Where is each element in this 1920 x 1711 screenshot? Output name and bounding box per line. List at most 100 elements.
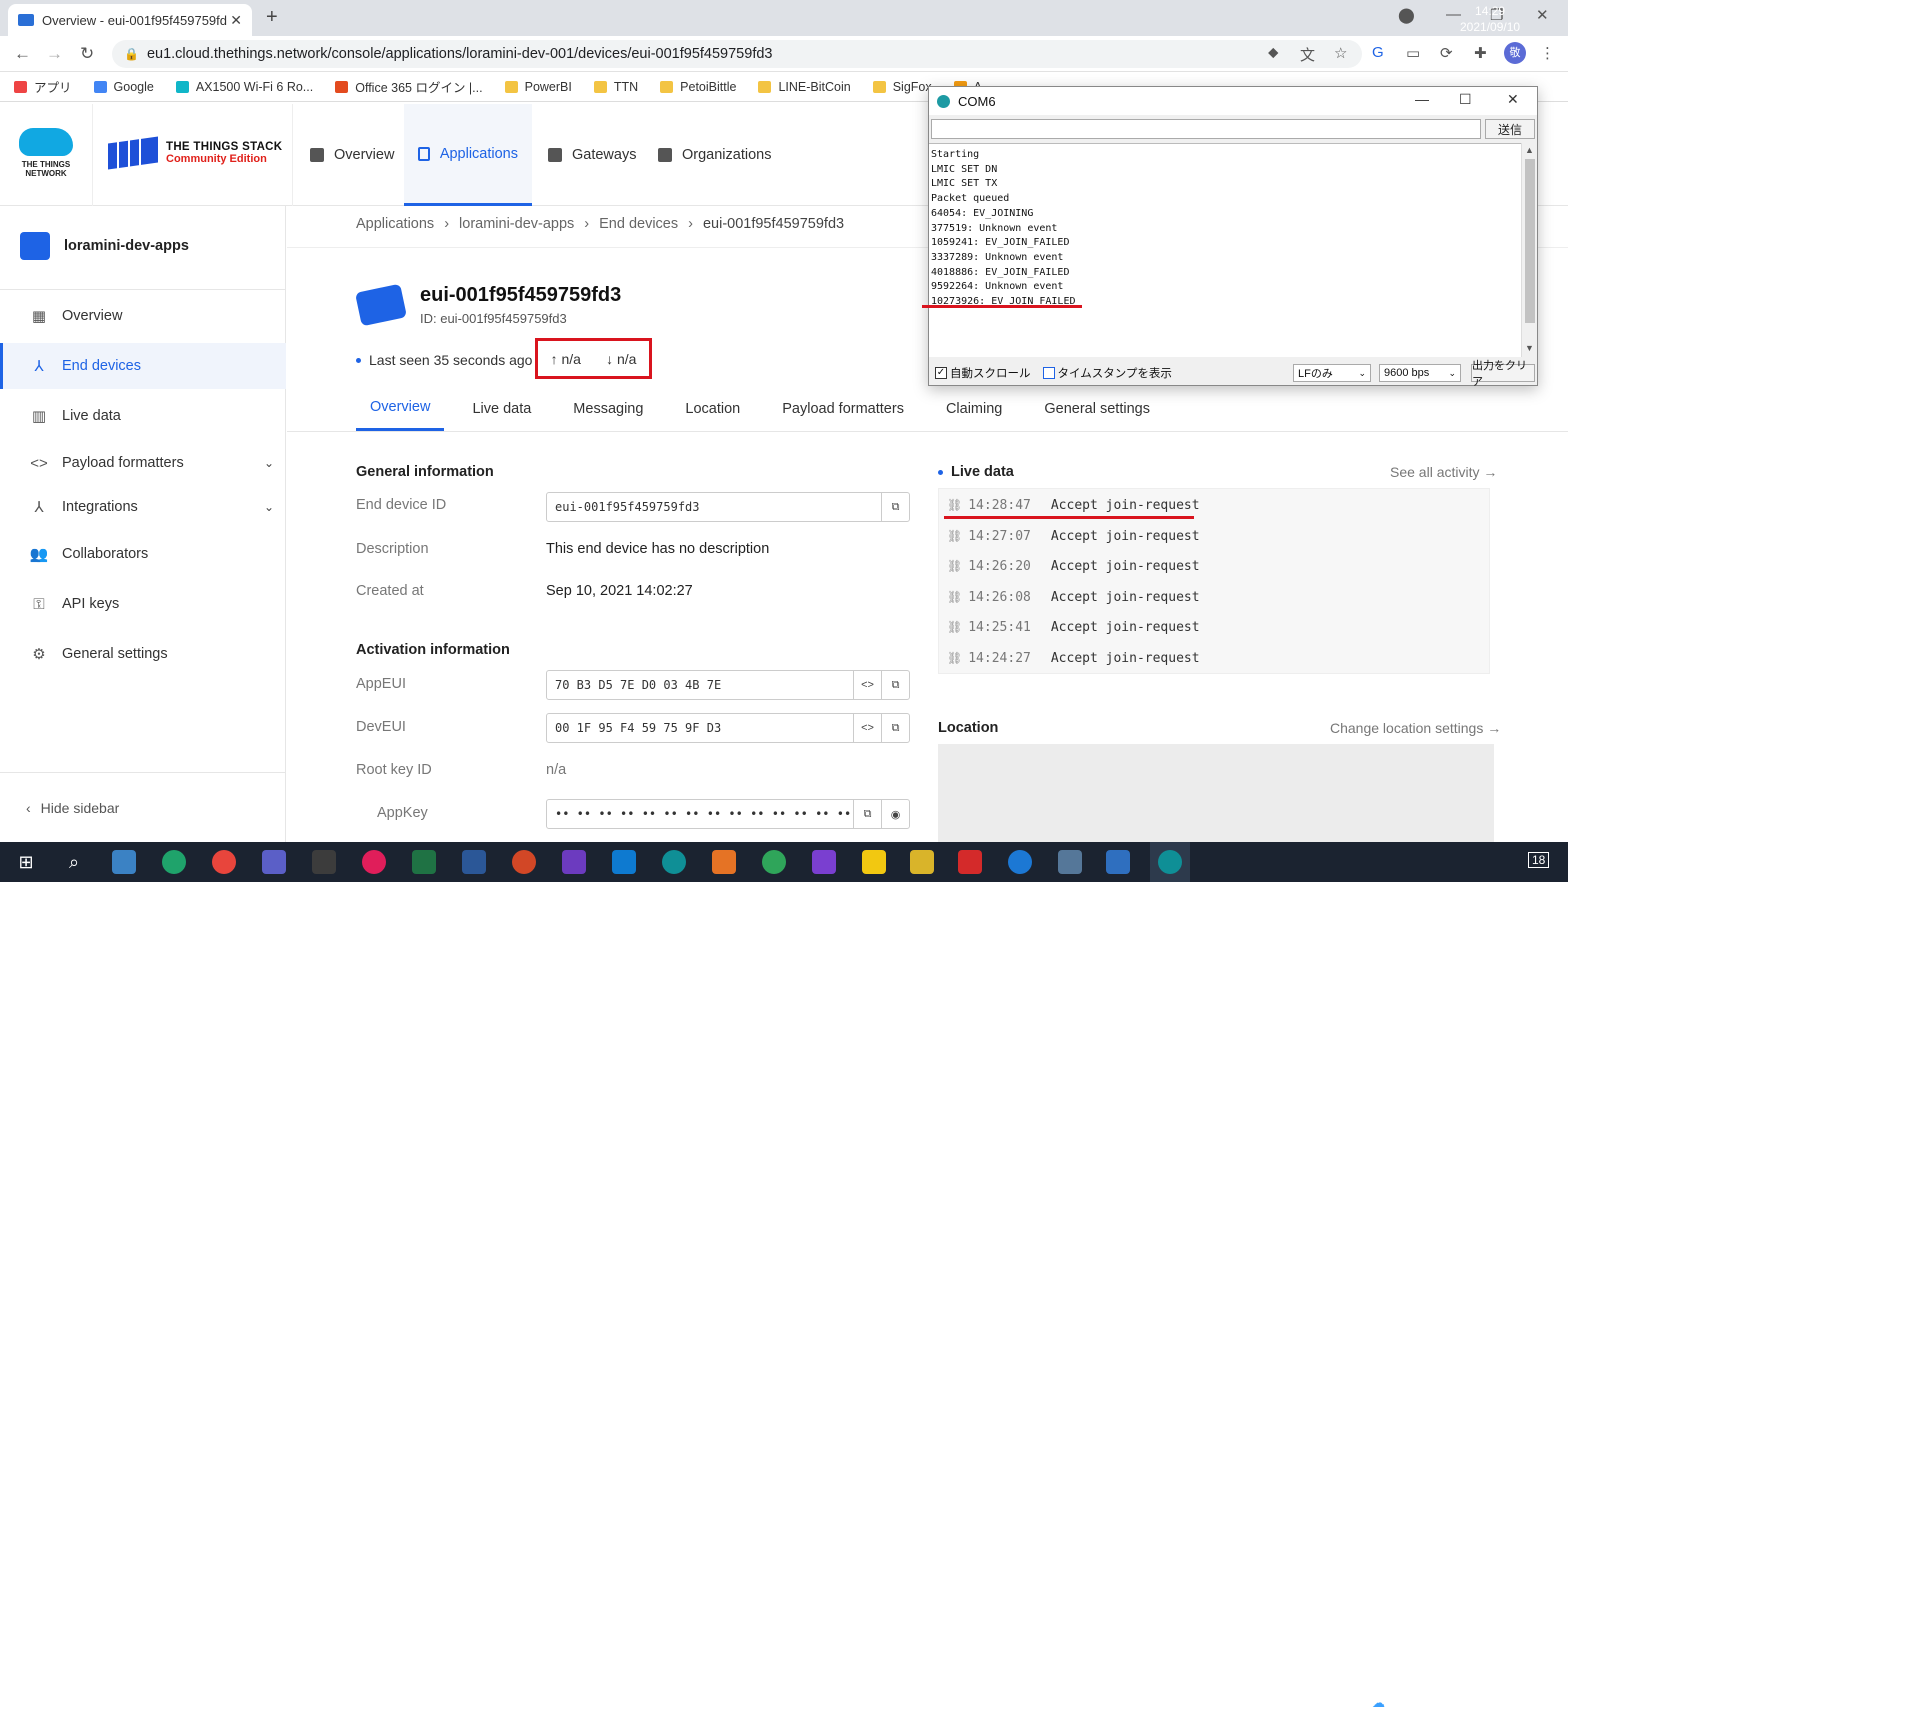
windows-start-icon[interactable]: ⊞ bbox=[14, 850, 38, 874]
breadcrumb-app[interactable]: loramini-dev-apps bbox=[459, 216, 574, 232]
sync-icon[interactable]: ⟳ bbox=[1440, 44, 1453, 62]
tab-general-settings[interactable]: General settings bbox=[1044, 386, 1164, 431]
app-name[interactable]: loramini-dev-apps bbox=[20, 232, 189, 260]
powerpoint-icon[interactable] bbox=[512, 850, 536, 874]
bookmark-item[interactable]: TTN bbox=[593, 80, 638, 94]
minimize-icon[interactable]: — bbox=[1415, 91, 1429, 107]
bookmark-item[interactable]: SigFox bbox=[872, 80, 932, 94]
list-item[interactable]: ⛓ 14:26:08 Accept join-request bbox=[947, 585, 1200, 609]
scroll-up-icon[interactable]: ▲ bbox=[1525, 145, 1534, 155]
app-icon[interactable] bbox=[812, 850, 836, 874]
close-icon[interactable]: ✕ bbox=[1507, 91, 1519, 108]
star-icon[interactable]: ☆ bbox=[1334, 44, 1347, 62]
chevron-down-icon[interactable]: ⌄ bbox=[264, 456, 274, 470]
app-icon[interactable] bbox=[958, 850, 982, 874]
profile-avatar[interactable]: 敬 bbox=[1504, 42, 1526, 64]
app-icon[interactable] bbox=[712, 850, 736, 874]
system-clock[interactable]: 14:29 2021/09/10 bbox=[1460, 3, 1520, 35]
notepad-icon[interactable] bbox=[1106, 850, 1130, 874]
browser-tab[interactable]: Overview - eui-001f95f459759fd ✕ bbox=[8, 4, 252, 36]
line-ending-select[interactable]: LFのみ ⌄ bbox=[1293, 364, 1371, 382]
extensions-icon[interactable]: ✚ bbox=[1474, 44, 1487, 62]
tab-overview[interactable]: Overview bbox=[356, 386, 445, 431]
sidebar-item-collaborators[interactable]: 👥 Collaborators bbox=[0, 531, 286, 577]
chrome-menu-icon[interactable]: ⋮ bbox=[1540, 44, 1555, 62]
list-item[interactable]: ⛓ 14:24:27 Accept join-request bbox=[947, 646, 1200, 670]
app-icon[interactable] bbox=[1058, 850, 1082, 874]
forward-icon[interactable]: → bbox=[46, 44, 63, 64]
url-input[interactable]: 🔒 eu1.cloud.thethings.network/console/ap… bbox=[112, 40, 1362, 68]
bookmark-item[interactable]: LINE-BitCoin bbox=[758, 80, 851, 94]
notification-center[interactable]: 18 bbox=[1528, 852, 1550, 868]
tab-live-data[interactable]: Live data bbox=[472, 386, 545, 431]
app-icon[interactable] bbox=[762, 850, 786, 874]
internet-explorer-icon[interactable] bbox=[1008, 850, 1032, 874]
app-icon[interactable] bbox=[910, 850, 934, 874]
list-item[interactable]: ⛓ 14:28:47 Accept join-request bbox=[947, 493, 1200, 517]
app-icon[interactable] bbox=[112, 850, 136, 874]
clear-output-button[interactable]: 出力をクリア bbox=[1471, 360, 1535, 388]
slack-icon[interactable] bbox=[362, 850, 386, 874]
change-location-link[interactable]: Change location settings → bbox=[1330, 720, 1501, 736]
weather-temp[interactable]: 21°C bbox=[1250, 1695, 1281, 1711]
search-icon[interactable]: ⌕ bbox=[62, 850, 86, 874]
tab-claiming[interactable]: Claiming bbox=[946, 386, 1016, 431]
location-map[interactable] bbox=[938, 744, 1494, 842]
baud-select[interactable]: 9600 bps ⌄ bbox=[1379, 364, 1461, 382]
copy-icon[interactable]: ⧉ bbox=[881, 671, 909, 699]
teams-icon[interactable] bbox=[262, 850, 286, 874]
cloud-upload-icon[interactable]: ☁ bbox=[1396, 1695, 1409, 1711]
battery-icon[interactable]: ▭ bbox=[1346, 1695, 1358, 1711]
copy-icon[interactable]: ⧉ bbox=[881, 714, 909, 742]
sidebar-item-api-keys[interactable]: ⚿ API keys bbox=[0, 581, 286, 627]
onedrive-icon[interactable]: ☁ bbox=[1372, 1695, 1385, 1711]
arduino-icon[interactable] bbox=[662, 850, 686, 874]
visual-studio-icon[interactable] bbox=[562, 850, 586, 874]
excel-icon[interactable] bbox=[412, 850, 436, 874]
breadcrumb-applications[interactable]: Applications bbox=[356, 216, 434, 232]
close-window-icon[interactable]: ✕ bbox=[1536, 6, 1549, 24]
serial-scrollbar[interactable]: ▲ ▼ bbox=[1521, 143, 1537, 357]
app-icon[interactable] bbox=[312, 850, 336, 874]
list-item[interactable]: ⛓ 14:26:20 Accept join-request bbox=[947, 554, 1200, 578]
hide-sidebar-button[interactable]: ‹ Hide sidebar bbox=[0, 772, 286, 842]
timestamp-checkbox[interactable]: タイムスタンプを表示 bbox=[1042, 365, 1172, 381]
close-tab-icon[interactable]: ✕ bbox=[230, 12, 242, 29]
word-icon[interactable] bbox=[462, 850, 486, 874]
bookmark-item[interactable]: アプリ bbox=[14, 77, 72, 96]
tab-payload-formatters[interactable]: Payload formatters bbox=[782, 386, 918, 431]
topnav-organizations[interactable]: Organizations bbox=[658, 104, 771, 206]
translate-ext-icon[interactable]: G bbox=[1372, 44, 1384, 61]
sidebar-item-general-settings[interactable]: ⚙ General settings bbox=[0, 631, 286, 677]
scroll-thumb[interactable] bbox=[1525, 159, 1535, 323]
autoscroll-checkbox[interactable]: ✓ 自動スクロール bbox=[935, 365, 1031, 381]
send-button[interactable]: 送信 bbox=[1485, 119, 1535, 139]
sidebar-item-live-data[interactable]: ▥ Live data bbox=[0, 393, 286, 439]
powerbi-icon[interactable] bbox=[862, 850, 886, 874]
scroll-down-icon[interactable]: ▼ bbox=[1525, 343, 1534, 353]
translate-icon[interactable]: 文 bbox=[1300, 44, 1315, 65]
back-icon[interactable]: ← bbox=[14, 44, 31, 64]
tray-chevron-icon[interactable]: ⌃ bbox=[1298, 1695, 1309, 1711]
breadcrumb-end-devices[interactable]: End devices bbox=[599, 216, 678, 232]
serial-input[interactable] bbox=[931, 119, 1481, 139]
toggle-format-icon[interactable]: <> bbox=[853, 671, 881, 699]
minimize-icon[interactable]: — bbox=[1446, 6, 1461, 23]
chrome-icon[interactable] bbox=[212, 850, 236, 874]
toggle-format-icon[interactable]: <> bbox=[853, 714, 881, 742]
bookmark-item[interactable]: AX1500 Wi-Fi 6 Ro... bbox=[175, 80, 313, 94]
list-item[interactable]: ⛓ 14:27:07 Accept join-request bbox=[947, 524, 1200, 548]
chevron-down-icon[interactable]: ⌄ bbox=[264, 500, 274, 514]
tab-location[interactable]: Location bbox=[685, 386, 754, 431]
location-icon[interactable]: ⬥ bbox=[1268, 44, 1279, 61]
ime-indicator[interactable]: A bbox=[1420, 1694, 1430, 1711]
bookmark-item[interactable]: PowerBI bbox=[504, 80, 572, 94]
see-all-activity-link[interactable]: See all activity → bbox=[1390, 464, 1497, 480]
serial-output[interactable]: Starting LMIC SET DN LMIC SET TX Packet que… bbox=[929, 143, 1521, 357]
copy-icon[interactable]: ⧉ bbox=[881, 493, 909, 521]
bookmark-item[interactable]: Office 365 ログイン |... bbox=[335, 77, 483, 96]
weather-icon[interactable]: ☁ bbox=[1220, 1694, 1234, 1711]
sidebar-item-end-devices[interactable]: ⅄ End devices bbox=[0, 343, 286, 389]
bookmark-item[interactable]: Google bbox=[93, 80, 154, 94]
sidebar-item-integrations[interactable]: ⅄ Integrations ⌄ bbox=[0, 484, 286, 530]
